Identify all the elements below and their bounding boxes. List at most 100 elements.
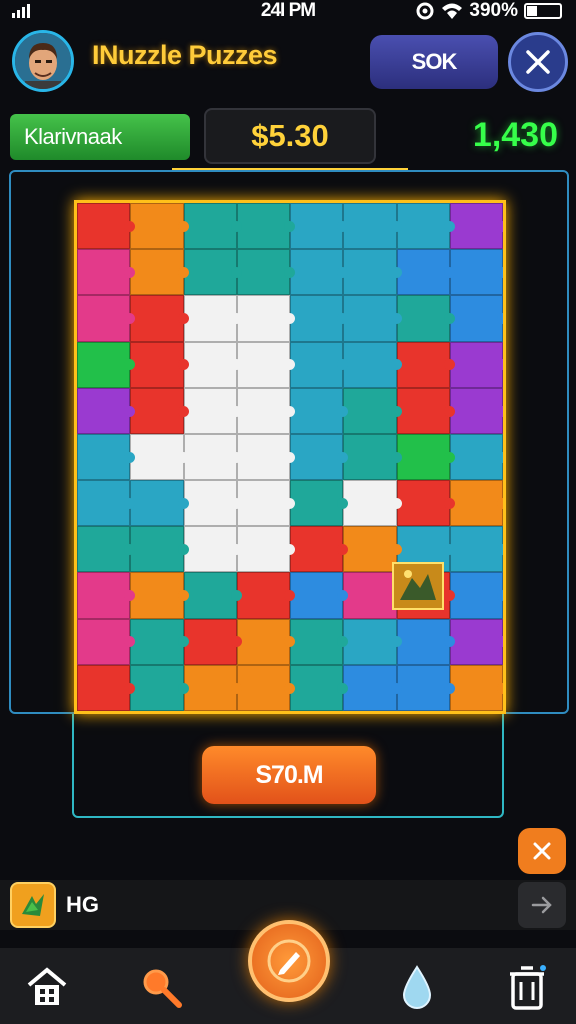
selected-puzzle-piece[interactable] — [392, 562, 444, 610]
empty-slot[interactable] — [130, 433, 189, 481]
puzzle-piece[interactable] — [183, 572, 243, 619]
puzzle-piece[interactable] — [183, 249, 243, 296]
puzzle-piece[interactable] — [77, 203, 136, 250]
puzzle-piece[interactable] — [396, 618, 456, 665]
puzzle-piece[interactable] — [449, 387, 503, 434]
puzzle-piece[interactable] — [183, 618, 243, 665]
empty-slot[interactable] — [183, 387, 243, 434]
empty-slot[interactable] — [236, 295, 296, 342]
nav-drop[interactable] — [392, 962, 442, 1012]
puzzle-piece[interactable] — [183, 203, 243, 250]
puzzle-piece[interactable] — [343, 295, 402, 342]
puzzle-piece[interactable] — [343, 526, 402, 573]
puzzle-piece[interactable] — [343, 618, 402, 665]
puzzle-piece[interactable] — [77, 433, 136, 481]
puzzle-piece[interactable] — [396, 295, 456, 342]
puzzle-piece[interactable] — [183, 664, 243, 711]
puzzle-piece[interactable] — [236, 618, 296, 665]
puzzle-piece[interactable] — [396, 203, 456, 250]
puzzle-piece[interactable] — [77, 618, 136, 665]
puzzle-piece[interactable] — [449, 526, 503, 573]
puzzle-piece[interactable] — [290, 572, 349, 619]
puzzle-piece[interactable] — [290, 433, 349, 481]
puzzle-piece[interactable] — [290, 480, 349, 527]
puzzle-piece[interactable] — [236, 203, 296, 250]
puzzle-piece[interactable] — [130, 387, 189, 434]
puzzle-piece[interactable] — [77, 572, 136, 619]
puzzle-piece[interactable] — [77, 387, 136, 434]
puzzle-piece[interactable] — [396, 433, 456, 481]
puzzle-piece[interactable] — [343, 572, 402, 619]
empty-slot[interactable] — [183, 480, 243, 527]
puzzle-piece[interactable] — [449, 203, 503, 250]
puzzle-piece[interactable] — [343, 387, 402, 434]
puzzle-piece[interactable] — [130, 341, 189, 388]
puzzle-piece[interactable] — [290, 618, 349, 665]
puzzle-piece[interactable] — [290, 249, 349, 296]
puzzle-piece[interactable] — [77, 480, 136, 527]
puzzle-piece[interactable] — [449, 295, 503, 342]
puzzle-piece[interactable] — [396, 480, 456, 527]
puzzle-piece[interactable] — [396, 249, 456, 296]
puzzle-piece[interactable] — [236, 249, 296, 296]
empty-slot[interactable] — [236, 526, 296, 573]
puzzle-piece[interactable] — [290, 664, 349, 711]
puzzle-piece[interactable] — [130, 249, 189, 296]
empty-slot[interactable] — [236, 433, 296, 481]
puzzle-piece[interactable] — [449, 618, 503, 665]
center-action-button[interactable] — [248, 920, 330, 1002]
puzzle-piece[interactable] — [449, 433, 503, 481]
puzzle-piece[interactable] — [449, 480, 503, 527]
puzzle-piece[interactable] — [77, 664, 136, 711]
nav-search[interactable] — [136, 962, 186, 1012]
empty-slot[interactable] — [343, 480, 402, 527]
puzzle-piece[interactable] — [396, 387, 456, 434]
puzzle-piece[interactable] — [290, 526, 349, 573]
avatar[interactable] — [12, 30, 74, 92]
puzzle-piece[interactable] — [77, 295, 136, 342]
puzzle-piece[interactable] — [343, 664, 402, 711]
puzzle-piece[interactable] — [343, 203, 402, 250]
puzzle-piece[interactable] — [236, 572, 296, 619]
puzzle-piece[interactable] — [396, 341, 456, 388]
puzzle-piece[interactable] — [343, 249, 402, 296]
puzzle-piece[interactable] — [449, 664, 503, 711]
top-button[interactable]: SOK — [370, 35, 498, 89]
puzzle-piece[interactable] — [290, 203, 349, 250]
puzzle-piece[interactable] — [343, 433, 402, 481]
nav-trash[interactable] — [502, 962, 552, 1012]
puzzle-piece[interactable] — [396, 664, 456, 711]
empty-slot[interactable] — [183, 433, 243, 481]
puzzle-piece[interactable] — [130, 664, 189, 711]
empty-slot[interactable] — [183, 526, 243, 573]
puzzle-piece[interactable] — [77, 249, 136, 296]
empty-slot[interactable] — [183, 295, 243, 342]
empty-slot[interactable] — [183, 341, 243, 388]
arrow-button[interactable] — [518, 882, 566, 928]
puzzle-piece[interactable] — [449, 341, 503, 388]
puzzle-piece[interactable] — [130, 618, 189, 665]
puzzle-piece[interactable] — [449, 572, 503, 619]
puzzle-piece[interactable] — [449, 249, 503, 296]
close-icon — [526, 50, 550, 74]
close-button[interactable] — [508, 32, 568, 92]
action-button[interactable]: S70.M — [202, 746, 376, 804]
puzzle-piece[interactable] — [130, 572, 189, 619]
puzzle-piece[interactable] — [236, 664, 296, 711]
dismiss-button[interactable] — [518, 828, 566, 874]
nav-home[interactable] — [22, 962, 72, 1012]
puzzle-piece[interactable] — [130, 526, 189, 573]
puzzle-piece[interactable] — [290, 295, 349, 342]
puzzle-piece[interactable] — [290, 387, 349, 434]
puzzle-piece[interactable] — [130, 480, 189, 527]
empty-slot[interactable] — [236, 480, 296, 527]
empty-slot[interactable] — [236, 341, 296, 388]
puzzle-piece[interactable] — [77, 526, 136, 573]
puzzle-piece[interactable] — [290, 341, 349, 388]
puzzle-piece[interactable] — [77, 341, 136, 388]
puzzle-piece[interactable] — [343, 341, 402, 388]
puzzle-piece[interactable] — [130, 203, 189, 250]
empty-slot[interactable] — [236, 387, 296, 434]
puzzle-board[interactable] — [74, 200, 506, 714]
puzzle-piece[interactable] — [130, 295, 189, 342]
